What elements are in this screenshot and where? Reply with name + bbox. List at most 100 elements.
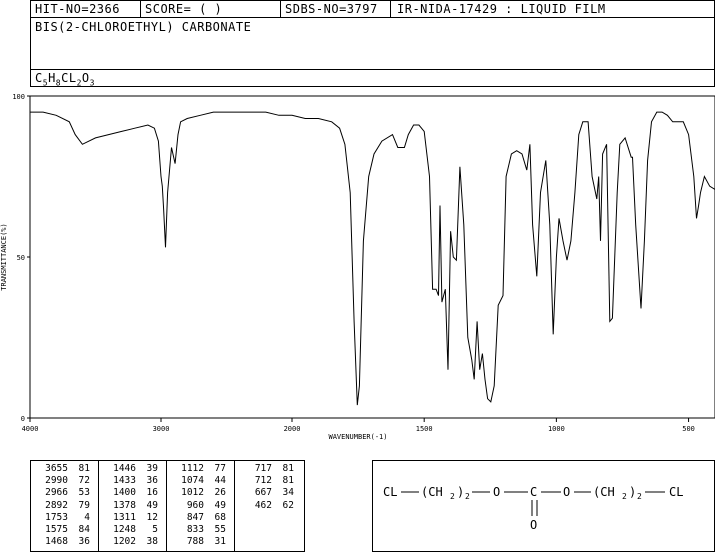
peak-row: 2966 53 (36, 488, 90, 499)
peak-wavenumber: 1112 (181, 463, 204, 474)
peak-wavenumber: 1400 (113, 487, 136, 499)
carbonyl-oxygen: O (530, 518, 537, 532)
peak-transmittance: 62 (282, 499, 294, 511)
x-tick-label: 1500 (416, 425, 433, 433)
peak-row: 1074 44 (172, 476, 226, 487)
peak-wavenumber: 1074 (181, 475, 204, 487)
peak-transmittance: 81 (282, 475, 294, 487)
peak-transmittance: 55 (214, 524, 226, 535)
peak-wavenumber: 1575 (45, 524, 68, 535)
peak-transmittance: 79 (78, 499, 90, 511)
peak-wavenumber: 1248 (113, 524, 136, 535)
peak-row: 1012 26 (172, 488, 226, 499)
repeat-count: 2 (637, 492, 642, 501)
peak-row: 717 81 (240, 463, 294, 475)
peak-transmittance: 49 (146, 499, 158, 511)
peak-table: 3655 81 2990 72 2966 53 2892 79 1753 4 1575 84 1468 3… (30, 460, 305, 552)
peak-row: 1248 5 (104, 524, 158, 536)
x-tick-label: 3000 (153, 425, 170, 433)
peak-row: 1311 12 (104, 511, 158, 524)
ch2-subscript: 2 (450, 492, 455, 501)
plot-frame (29, 95, 715, 419)
peak-row: 1433 36 (104, 476, 158, 487)
x-tick-label: 2000 (284, 425, 301, 433)
paren-close: ) (629, 485, 636, 499)
spectrum-line (30, 111, 715, 406)
structure-box: CL (CH 2 ) 2 O C O (CH 2 ) 2 CL O (372, 460, 715, 552)
x-axis-label: WAVENUMBER(-1) (328, 433, 387, 441)
peak-wavenumber: 1446 (113, 463, 136, 474)
peak-wavenumber: 2892 (45, 499, 68, 511)
peak-wavenumber: 833 (186, 524, 204, 535)
carbon: C (530, 485, 537, 499)
peak-row: 1112 77 (172, 463, 226, 475)
peak-wavenumber: 1753 (45, 511, 68, 523)
ir-spectrum-chart: 4000 3000 2000 1500 1000 500 0 50 100 WAVENUMBER… (0, 93, 715, 441)
peak-row: 833 55 (172, 524, 226, 536)
ch2-subscript: 2 (622, 492, 627, 501)
structure-diagram: CL (CH 2 ) 2 O C O (CH 2 ) 2 CL O (383, 485, 683, 532)
peak-transmittance: 68 (214, 511, 226, 523)
peak-wavenumber: 667 (254, 487, 272, 499)
peak-wavenumber: 1378 (113, 499, 136, 511)
y-axis-label: TRANSMITTANCE(%) (0, 223, 8, 290)
peak-row: 1575 84 (36, 524, 90, 536)
peak-row: 960 49 (172, 499, 226, 512)
x-tick-label: 4000 (22, 425, 39, 433)
peak-wavenumber: 1311 (113, 511, 136, 523)
peak-column: 1446 39 1433 36 1400 16 1378 49 1311 12 1248 5 1202 3… (99, 461, 167, 551)
ch2-group-left: (CH (421, 485, 443, 499)
chlorine-right: CL (669, 485, 683, 499)
peak-column: 3655 81 2990 72 2966 53 2892 79 1753 4 1575 84 1468 3… (31, 461, 99, 551)
peak-transmittance: 81 (78, 463, 90, 474)
peak-transmittance: 34 (282, 487, 294, 499)
peak-transmittance: 77 (214, 463, 226, 474)
peak-row: 462 62 (240, 499, 294, 512)
peak-wavenumber: 960 (186, 499, 204, 511)
chlorine-left: CL (383, 485, 397, 499)
peak-wavenumber: 3655 (45, 463, 68, 474)
peak-transmittance: 49 (214, 499, 226, 511)
paren-close: ) (457, 485, 464, 499)
peak-transmittance: 31 (214, 536, 226, 548)
peak-transmittance: 53 (78, 487, 90, 499)
peak-wavenumber: 2966 (45, 487, 68, 499)
peak-row: 2990 72 (36, 476, 90, 487)
peak-wavenumber: 1433 (113, 475, 136, 487)
oxygen-left: O (493, 485, 500, 499)
peak-row: 1446 39 (104, 463, 158, 475)
peak-transmittance: 5 (152, 524, 158, 535)
peak-row: 712 81 (240, 476, 294, 487)
peak-row: 1400 16 (104, 488, 158, 499)
peak-row: 788 31 (172, 537, 226, 548)
peak-wavenumber: 1202 (113, 536, 136, 548)
x-tick-label: 1000 (548, 425, 565, 433)
peak-column: 1112 77 1074 44 1012 26 960 49 847 68 833 55 788 31 (167, 461, 235, 551)
peak-transmittance: 4 (84, 511, 90, 523)
peak-transmittance: 26 (214, 487, 226, 499)
peak-transmittance: 81 (282, 463, 294, 474)
peak-row: 2892 79 (36, 499, 90, 512)
peak-wavenumber: 1012 (181, 487, 204, 499)
peak-transmittance: 36 (146, 475, 158, 487)
peak-wavenumber: 2990 (45, 475, 68, 487)
oxygen-right: O (563, 485, 570, 499)
peak-transmittance: 16 (146, 487, 158, 499)
repeat-count: 2 (465, 492, 470, 501)
peak-column: 717 81 712 81 667 34 462 62 (235, 461, 303, 551)
peak-row: 847 68 (172, 511, 226, 524)
peak-transmittance: 36 (78, 536, 90, 548)
y-tick-label: 50 (17, 254, 25, 262)
peak-row: 1202 38 (104, 537, 158, 548)
x-tick-label: 500 (682, 425, 695, 433)
peak-row: 1753 4 (36, 511, 90, 524)
ch2-group-right: (CH (593, 485, 615, 499)
peak-wavenumber: 712 (254, 475, 272, 487)
peak-row: 1468 36 (36, 537, 90, 548)
peak-transmittance: 38 (146, 536, 158, 548)
peak-transmittance: 12 (146, 511, 158, 523)
peak-row: 667 34 (240, 488, 294, 499)
peak-transmittance: 39 (146, 463, 158, 474)
y-tick-label: 100 (12, 93, 25, 101)
peak-transmittance: 72 (78, 475, 90, 487)
